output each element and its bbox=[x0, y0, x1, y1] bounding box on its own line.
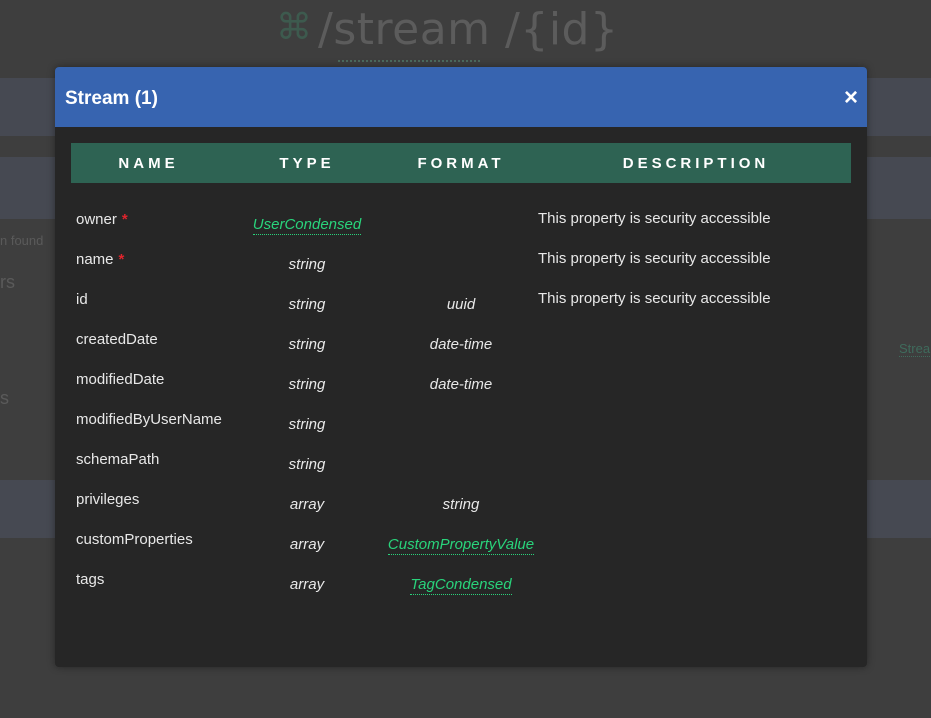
format-text: date-time bbox=[429, 336, 493, 353]
table-row: modifiedDate string date-time bbox=[71, 359, 851, 399]
property-name-text: createdDate bbox=[76, 331, 158, 348]
format-link[interactable]: TagCondensed bbox=[410, 576, 512, 595]
required-marker: * bbox=[118, 251, 125, 268]
type-text: string bbox=[288, 296, 326, 313]
property-name: name * bbox=[76, 251, 124, 268]
table-row: modifiedByUserName string bbox=[71, 399, 851, 439]
type-text: array bbox=[289, 496, 325, 513]
modal-header: Stream (1) × bbox=[55, 67, 867, 127]
type-link[interactable]: UserCondensed bbox=[252, 216, 362, 235]
property-name-text: modifiedByUserName bbox=[76, 411, 222, 428]
property-format: TagCondensed bbox=[376, 576, 546, 595]
table-header: NAME TYPE FORMAT DESCRIPTION bbox=[71, 143, 851, 183]
table-row: createdDate string date-time bbox=[71, 319, 851, 359]
background-link: Strea bbox=[899, 341, 931, 357]
page-header: ⌘ /stream /{id} bbox=[0, 0, 931, 70]
property-type: array bbox=[237, 496, 377, 513]
property-name-text: owner bbox=[76, 211, 117, 228]
property-name-text: schemaPath bbox=[76, 451, 160, 468]
table-row: owner * UserCondensed This property is secu… bbox=[71, 199, 851, 239]
property-type: string bbox=[237, 336, 377, 353]
property-name: modifiedByUserName bbox=[76, 411, 222, 428]
table-row: customProperties array CustomPropertyValue bbox=[71, 519, 851, 559]
column-header-format: FORMAT bbox=[417, 155, 505, 172]
column-header-description: DESCRIPTION bbox=[622, 155, 770, 172]
property-name-text: id bbox=[76, 291, 88, 308]
property-name: privileges bbox=[76, 491, 139, 508]
property-description: This property is security accessible bbox=[538, 290, 771, 307]
property-format: uuid bbox=[376, 296, 546, 313]
property-format: CustomPropertyValue bbox=[376, 536, 546, 555]
property-type: string bbox=[237, 296, 377, 313]
property-type: string bbox=[237, 456, 377, 473]
property-name: createdDate bbox=[76, 331, 158, 348]
path-underline bbox=[338, 60, 480, 62]
property-description: This property is security accessible bbox=[538, 250, 771, 267]
property-format: string bbox=[376, 496, 546, 513]
property-format: date-time bbox=[376, 336, 546, 353]
type-text: array bbox=[289, 576, 325, 593]
endpoint-path: /stream /{id} bbox=[318, 4, 619, 55]
property-name: tags bbox=[76, 571, 104, 588]
type-text: string bbox=[288, 416, 326, 433]
table-row: schemaPath string bbox=[71, 439, 851, 479]
format-text: uuid bbox=[446, 296, 476, 313]
type-text: string bbox=[288, 456, 326, 473]
required-marker: * bbox=[121, 211, 128, 228]
property-type: UserCondensed bbox=[237, 216, 377, 235]
property-name: owner * bbox=[76, 211, 128, 228]
table-row: name * string This property is security acc… bbox=[71, 239, 851, 279]
schema-modal: Stream (1) × NAME TYPE FORMAT DESCRIPTIO… bbox=[55, 67, 867, 667]
close-icon[interactable]: × bbox=[844, 86, 858, 110]
column-header-type: TYPE bbox=[279, 155, 335, 172]
background-text: n found bbox=[0, 233, 44, 248]
type-text: string bbox=[288, 256, 326, 273]
column-header-name: NAME bbox=[118, 155, 179, 172]
property-name: customProperties bbox=[76, 531, 193, 548]
property-type: string bbox=[237, 256, 377, 273]
command-icon: ⌘ bbox=[276, 7, 312, 48]
type-text: string bbox=[288, 376, 326, 393]
table-row: id string uuid This property is security ac… bbox=[71, 279, 851, 319]
property-name: schemaPath bbox=[76, 451, 159, 468]
property-type: array bbox=[237, 576, 377, 593]
format-link[interactable]: CustomPropertyValue bbox=[387, 536, 535, 555]
background-text: s bbox=[0, 388, 9, 408]
schema-table: NAME TYPE FORMAT DESCRIPTION owner * UserC… bbox=[71, 143, 851, 595]
property-name-text: modifiedDate bbox=[76, 371, 165, 388]
table-row: privileges array string bbox=[71, 479, 851, 519]
table-row: tags array TagCondensed bbox=[71, 559, 851, 599]
type-text: array bbox=[289, 536, 325, 553]
background-text: rs bbox=[0, 272, 15, 292]
format-text: date-time bbox=[429, 376, 493, 393]
property-type: string bbox=[237, 376, 377, 393]
modal-title: Stream (1) bbox=[65, 88, 158, 109]
property-name-text: tags bbox=[76, 571, 105, 588]
property-format: date-time bbox=[376, 376, 546, 393]
property-name-text: privileges bbox=[76, 491, 140, 508]
property-description: This property is security accessible bbox=[538, 210, 771, 227]
type-text: string bbox=[288, 336, 326, 353]
property-name: modifiedDate bbox=[76, 371, 164, 388]
property-name: id bbox=[76, 291, 88, 308]
property-type: array bbox=[237, 536, 377, 553]
property-name-text: customProperties bbox=[76, 531, 193, 548]
format-text: string bbox=[442, 496, 480, 513]
property-name-text: name bbox=[76, 251, 114, 268]
property-type: string bbox=[237, 416, 377, 433]
